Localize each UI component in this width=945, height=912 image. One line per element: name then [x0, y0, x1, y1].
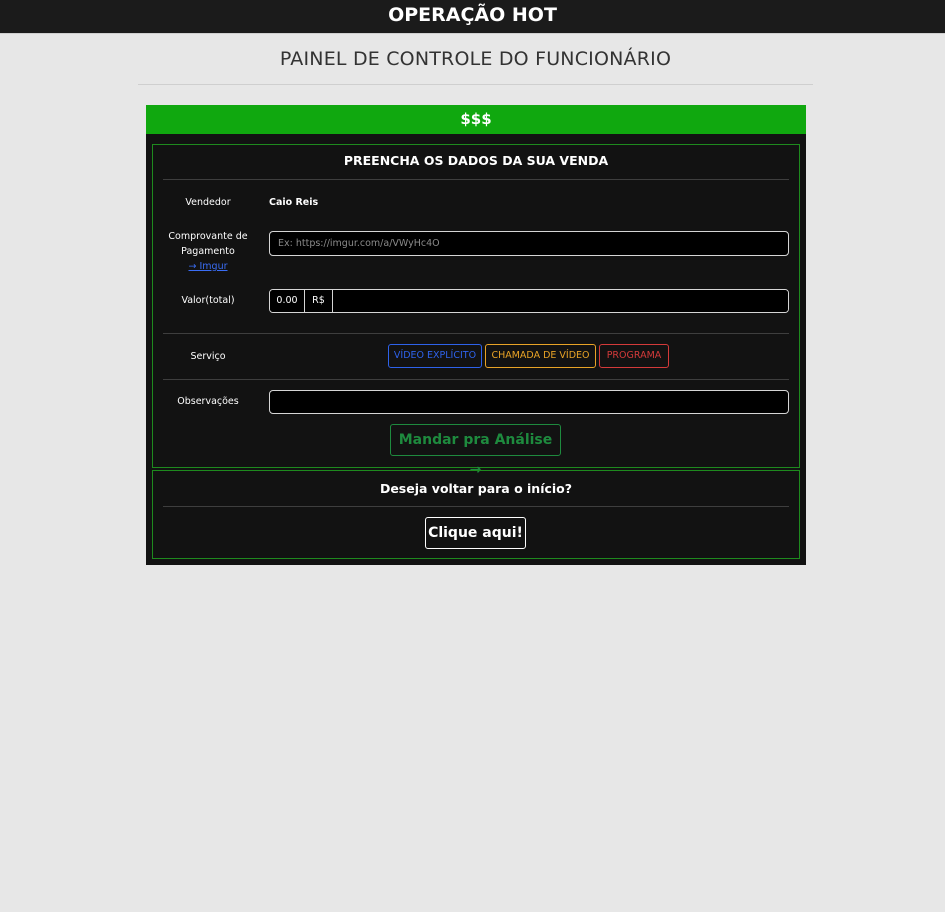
- app-title-bar: OPERAÇÃO HOT: [0, 0, 945, 34]
- servico-divider-top: [163, 333, 789, 334]
- valor-input-group: 0.00 R$: [269, 289, 789, 313]
- servico-divider-bottom: [163, 379, 789, 380]
- comprovante-label-line1: Comprovante de: [168, 231, 248, 242]
- back-divider: [163, 506, 789, 507]
- vendedor-value: Caio Reis: [269, 197, 319, 208]
- valor-label: Valor(total): [181, 295, 235, 306]
- valor-input[interactable]: [333, 290, 788, 312]
- vendedor-label: Vendedor: [185, 197, 231, 208]
- form-title: PREENCHA OS DADOS DA SUA VENDA: [343, 153, 609, 168]
- sales-panel: $$$ PREENCHA OS DADOS DA SUA VENDA Vende…: [146, 105, 806, 565]
- currency-label: R$: [305, 290, 333, 312]
- back-title: Deseja voltar para o início?: [379, 481, 573, 496]
- imgur-link[interactable]: → Imgur: [189, 261, 228, 272]
- panel-header-text: $$$: [460, 110, 492, 128]
- title-divider: [138, 84, 813, 85]
- servico-label: Serviço: [190, 351, 226, 362]
- back-section: Deseja voltar para o início? Clique aqui…: [152, 470, 800, 559]
- submit-button[interactable]: Mandar pra Análise →: [390, 424, 561, 478]
- observacoes-label: Observações: [177, 396, 239, 407]
- service-chamada-de-video-button[interactable]: CHAMADA DE VÍDEO: [485, 344, 596, 368]
- comprovante-label: Comprovante de Pagamento → Imgur: [163, 229, 253, 274]
- panel-header: $$$: [146, 105, 806, 134]
- observacoes-input[interactable]: [269, 390, 789, 414]
- service-programa-button[interactable]: PROGRAMA: [599, 344, 669, 368]
- form-divider: [163, 179, 789, 180]
- comprovante-label-line2: Pagamento: [181, 246, 235, 257]
- page-title: PAINEL DE CONTROLE DO FUNCIONÁRIO: [279, 48, 672, 70]
- app-title: OPERAÇÃO HOT: [388, 4, 557, 26]
- back-home-button[interactable]: Clique aqui!: [425, 517, 526, 549]
- sale-form: PREENCHA OS DADOS DA SUA VENDA Vendedor …: [152, 144, 800, 478]
- service-video-explicito-button[interactable]: VÍDEO EXPLÍCITO: [388, 344, 482, 368]
- valor-amount: 0.00: [270, 290, 305, 312]
- comprovante-input[interactable]: [269, 231, 789, 256]
